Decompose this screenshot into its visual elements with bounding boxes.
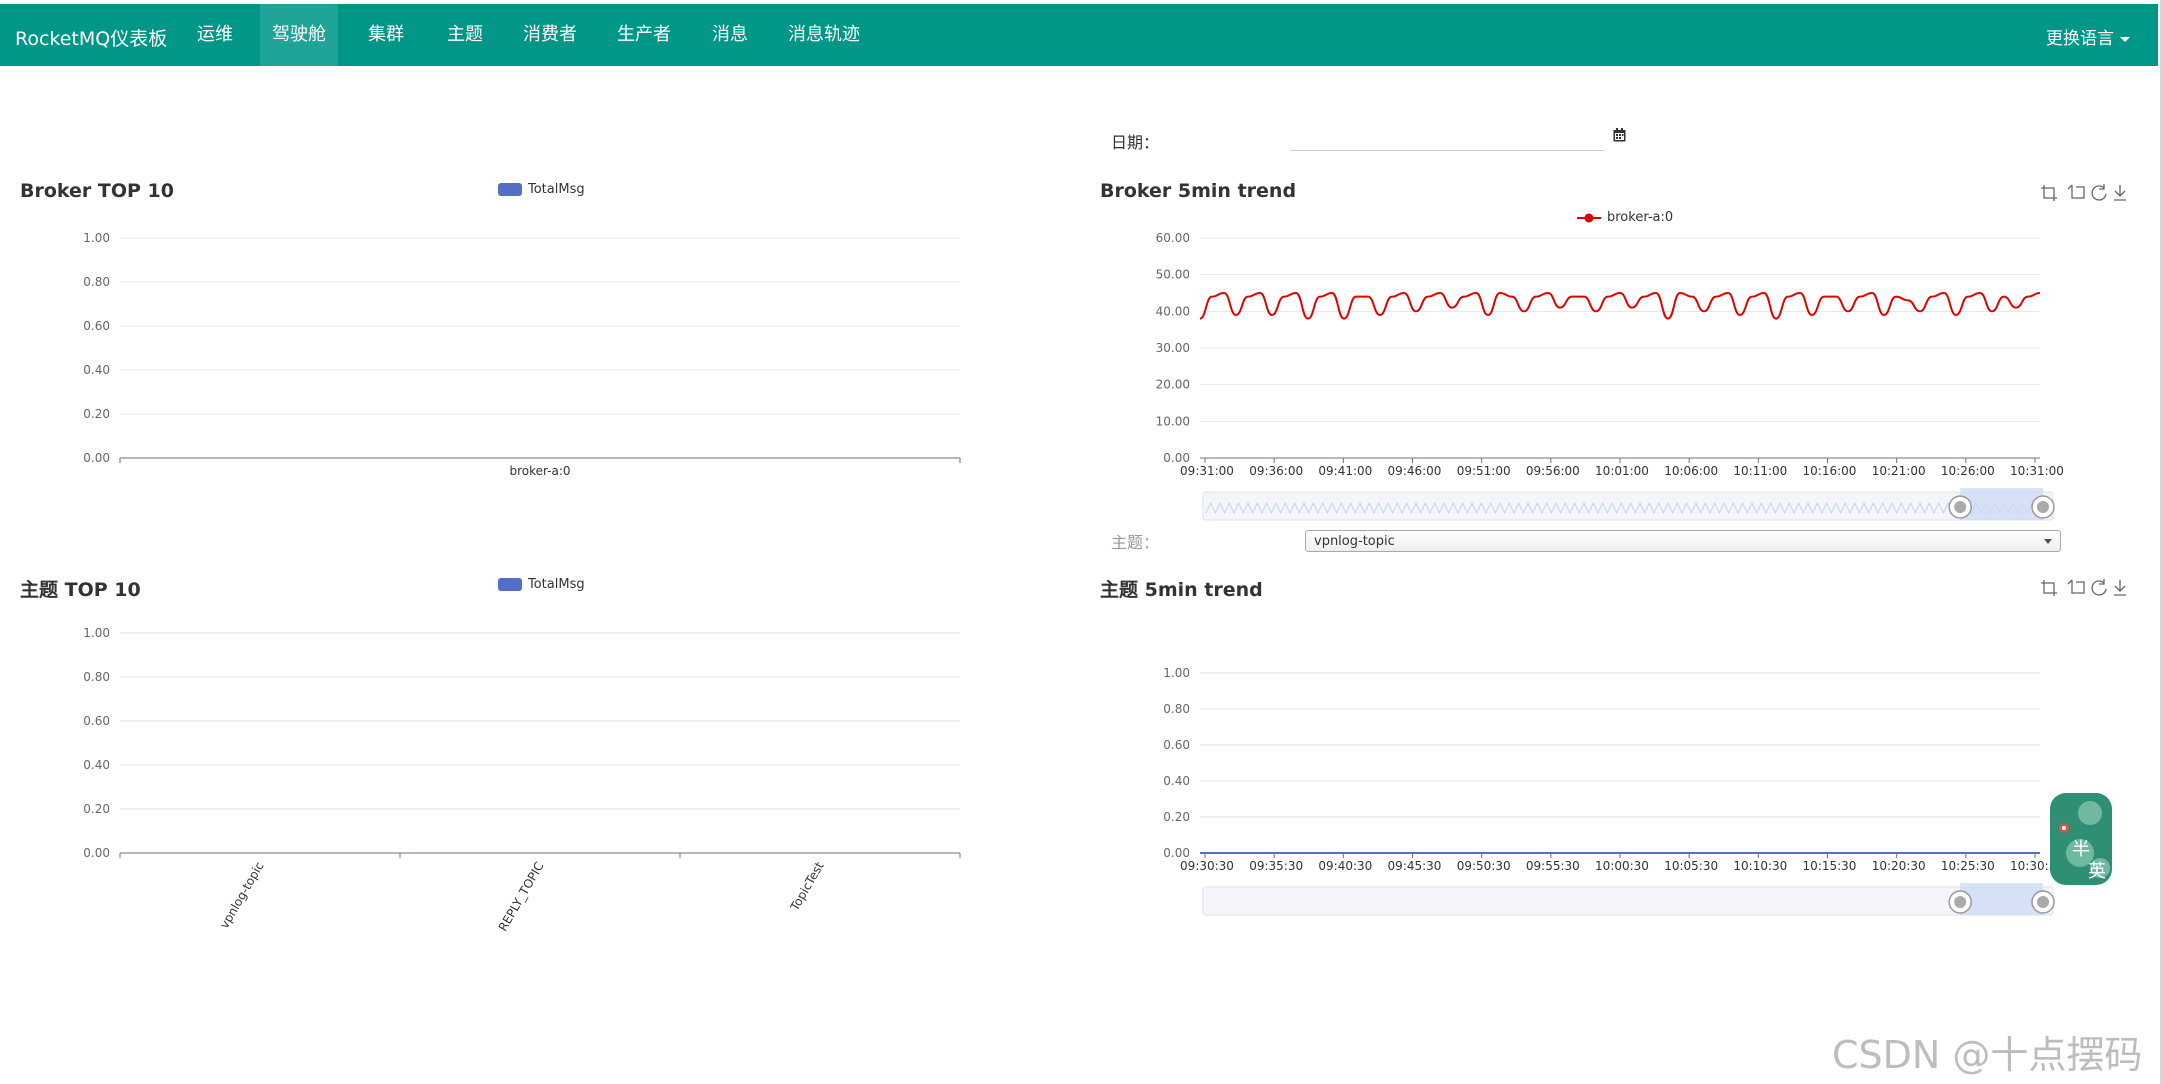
topic-trend-x-label: 09:55:30 <box>1526 859 1580 873</box>
broker-top-y-tick-label: 1.00 <box>83 231 110 245</box>
topic-top-y-tick-label: 0.40 <box>83 758 110 772</box>
broker-trend-y-tick-label: 0.00 <box>1163 451 1190 465</box>
broker-trend-x-label: 10:21:00 <box>1872 464 1926 478</box>
broker-trend-y-tick-label: 40.00 <box>1156 304 1190 318</box>
broker-top-y-tick-label: 0.40 <box>83 363 110 377</box>
topic-top-x-label: TopicTest <box>787 859 827 914</box>
broker-top-y-tick-label: 0.00 <box>83 451 110 465</box>
broker-trend-datazoom-handle-grip <box>1954 501 1967 513</box>
topic-trend-datazoom-track <box>1202 886 2054 916</box>
topic-top-y-tick-label: 0.00 <box>83 846 110 860</box>
topic-trend-x-label: 09:40:30 <box>1318 859 1372 873</box>
topic-trend-x-label: 10:00:30 <box>1595 859 1649 873</box>
topic-trend-y-tick-label: 1.00 <box>1163 666 1190 680</box>
broker-trend-x-label: 10:06:00 <box>1664 464 1718 478</box>
topic-trend-y-tick-label: 0.60 <box>1163 738 1190 752</box>
topic-top-x-label: vpnlog-topic <box>217 860 266 932</box>
broker-trend-y-tick-label: 60.00 <box>1156 231 1190 245</box>
topic-trend-y-tick-label: 0.80 <box>1163 702 1190 716</box>
floating-assistant-widget[interactable]: 半 英 <box>2050 793 2112 885</box>
broker-top-y-tick-label: 0.20 <box>83 407 110 421</box>
topic-trend-x-label: 10:25:30 <box>1941 859 1995 873</box>
broker-trend-x-label: 09:41:00 <box>1318 464 1372 478</box>
topic-trend-datazoom-window <box>1960 883 2043 915</box>
topic-trend-y-tick-label: 0.20 <box>1163 810 1190 824</box>
broker-trend-x-label: 10:31:00 <box>2010 464 2064 478</box>
topic-top-y-tick-label: 1.00 <box>83 626 110 640</box>
broker-trend-y-tick-label: 20.00 <box>1156 378 1190 392</box>
broker-trend-y-tick-label: 30.00 <box>1156 341 1190 355</box>
topic-top-y-tick-label: 0.80 <box>83 670 110 684</box>
broker-trend-x-label: 09:46:00 <box>1388 464 1442 478</box>
broker-trend-y-tick-label: 50.00 <box>1156 268 1190 282</box>
topic-trend-y-tick-label: 0.00 <box>1163 846 1190 860</box>
topic-trend-y-tick-label: 0.40 <box>1163 774 1190 788</box>
broker-top-x-label: broker-a:0 <box>509 464 570 478</box>
broker-trend-x-label: 09:51:00 <box>1457 464 1511 478</box>
topic-trend-x-label: 10:15:30 <box>1803 859 1857 873</box>
watermark: CSDN @十点摆码 <box>1832 1033 2143 1077</box>
broker-trend-series-line <box>1199 291 2041 320</box>
broker-trend-x-label: 10:16:00 <box>1803 464 1857 478</box>
topic-trend-datazoom-handle-grip <box>2037 896 2049 908</box>
broker-trend-x-label: 09:56:00 <box>1526 464 1580 478</box>
topic-trend-x-label: 10:10:30 <box>1733 859 1787 873</box>
broker-top-y-tick-label: 0.80 <box>83 275 110 289</box>
topic-trend-x-label: 09:35:30 <box>1249 859 1303 873</box>
topic-trend-x-label: 10:05:30 <box>1664 859 1718 873</box>
broker-trend-x-label: 10:26:00 <box>1941 464 1995 478</box>
widget-char-2: 英 <box>2088 861 2106 882</box>
broker-trend-x-label: 09:36:00 <box>1249 464 1303 478</box>
topic-top-y-tick-label: 0.20 <box>83 802 110 816</box>
broker-trend-datazoom-window <box>1960 488 2043 520</box>
broker-trend-y-tick-label: 10.00 <box>1156 414 1190 428</box>
topic-trend-x-label: 10:20:30 <box>1872 859 1926 873</box>
topic-trend-x-label: 09:45:30 <box>1388 859 1442 873</box>
topic-top-y-tick-label: 0.60 <box>83 714 110 728</box>
broker-top-y-tick-label: 0.60 <box>83 319 110 333</box>
broker-trend-datazoom-handle-grip <box>2037 501 2049 513</box>
topic-trend-datazoom-handle-grip <box>1954 896 1967 908</box>
broker-trend-x-label: 10:11:00 <box>1733 464 1787 478</box>
broker-trend-x-label: 09:31:00 <box>1180 464 1234 478</box>
charts-canvas: 0.00 0.20 0.40 0.60 0.80 1.00 broker-a:0 0.00 0.… <box>83 231 2064 934</box>
topic-trend-x-label: 09:50:30 <box>1457 859 1511 873</box>
topic-trend-x-label: 09:30:30 <box>1180 859 1234 873</box>
topic-top-x-label: REPLY_TOPIC <box>496 860 547 934</box>
broker-trend-x-label: 10:01:00 <box>1595 464 1649 478</box>
